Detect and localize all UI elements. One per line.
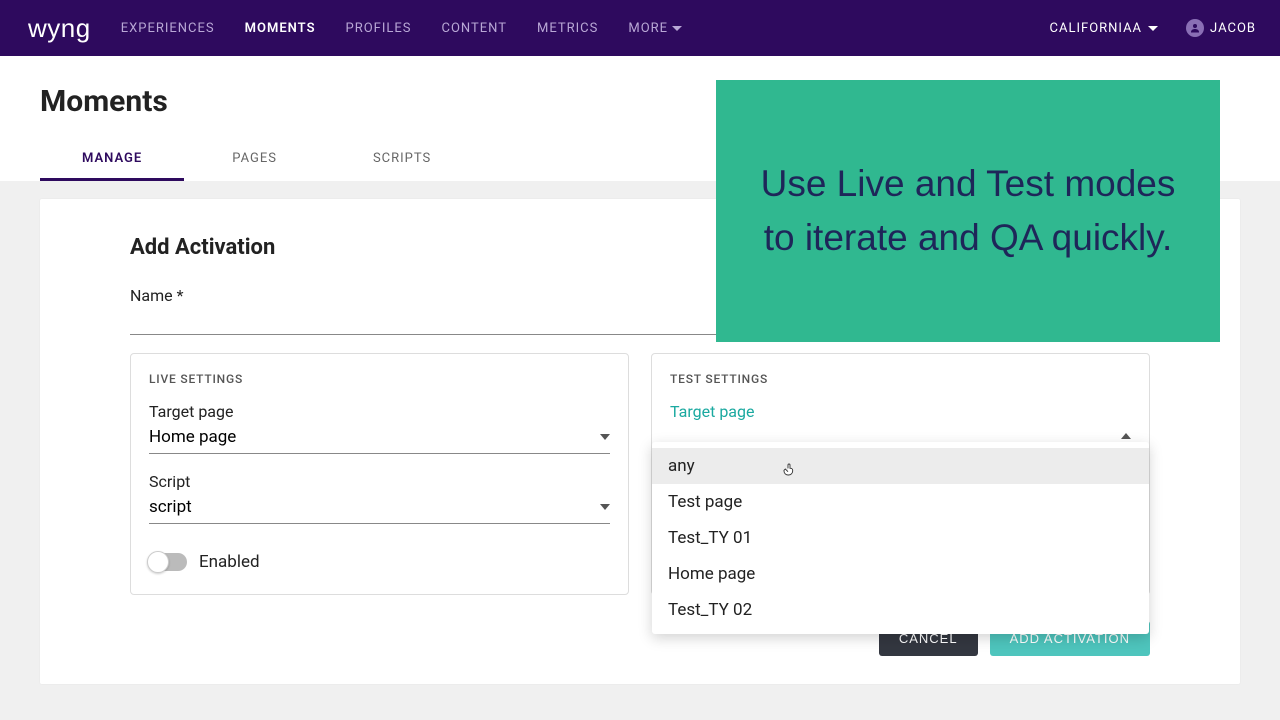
dropdown-option-test-ty-02[interactable]: Test_TY 02 bbox=[652, 592, 1149, 628]
user-name: JACOB bbox=[1210, 21, 1256, 36]
chevron-down-icon bbox=[1148, 26, 1158, 31]
account-switcher[interactable]: CALIFORNIAA bbox=[1050, 21, 1159, 36]
nav-items: EXPERIENCES MOMENTS PROFILES CONTENT MET… bbox=[121, 21, 682, 36]
subtab-pages[interactable]: PAGES bbox=[184, 139, 325, 181]
test-target-dropdown: any Test page Test_TY 01 Home page Test_… bbox=[652, 442, 1149, 634]
live-target-select[interactable]: Home page bbox=[149, 423, 610, 454]
user-menu[interactable]: JACOB bbox=[1186, 19, 1256, 37]
live-target-value: Home page bbox=[149, 427, 236, 447]
enabled-toggle-wrap: Enabled bbox=[149, 552, 610, 572]
live-settings-panel: LIVE SETTINGS Target page Home page Scri… bbox=[130, 353, 629, 595]
caret-down-icon bbox=[600, 504, 610, 510]
toggle-knob bbox=[147, 551, 169, 573]
dropdown-option-home-page[interactable]: Home page bbox=[652, 556, 1149, 592]
subtab-scripts[interactable]: SCRIPTS bbox=[325, 139, 479, 181]
enabled-label: Enabled bbox=[199, 552, 260, 572]
info-banner-text: Use Live and Test modes to iterate and Q… bbox=[750, 157, 1186, 264]
caret-down-icon bbox=[600, 434, 610, 440]
live-script-label: Script bbox=[149, 472, 610, 491]
nav-more-label: MORE bbox=[628, 21, 668, 36]
chevron-down-icon bbox=[672, 26, 682, 31]
nav-more[interactable]: MORE bbox=[628, 21, 682, 36]
test-target-label: Target page bbox=[670, 402, 1131, 421]
live-script-value: script bbox=[149, 497, 192, 517]
test-panel-title: TEST SETTINGS bbox=[670, 372, 1131, 386]
logo: wyng bbox=[28, 13, 91, 44]
account-name: CALIFORNIAA bbox=[1050, 21, 1143, 36]
enabled-toggle[interactable] bbox=[149, 553, 187, 571]
dropdown-option-any[interactable]: any bbox=[652, 448, 1149, 484]
info-banner: Use Live and Test modes to iterate and Q… bbox=[716, 80, 1220, 342]
dropdown-option-test-ty-01[interactable]: Test_TY 01 bbox=[652, 520, 1149, 556]
live-script-select[interactable]: script bbox=[149, 493, 610, 524]
caret-up-icon bbox=[1121, 433, 1131, 439]
nav-metrics[interactable]: METRICS bbox=[537, 21, 598, 36]
nav-moments[interactable]: MOMENTS bbox=[245, 21, 316, 36]
avatar-icon bbox=[1186, 19, 1204, 37]
test-settings-panel: TEST SETTINGS Target page any Test page … bbox=[651, 353, 1150, 595]
nav-experiences[interactable]: EXPERIENCES bbox=[121, 21, 215, 36]
nav-profiles[interactable]: PROFILES bbox=[346, 21, 412, 36]
subtab-manage[interactable]: MANAGE bbox=[40, 139, 184, 181]
live-panel-title: LIVE SETTINGS bbox=[149, 372, 610, 386]
top-nav: wyng EXPERIENCES MOMENTS PROFILES CONTEN… bbox=[0, 0, 1280, 56]
dropdown-option-test-page[interactable]: Test page bbox=[652, 484, 1149, 520]
nav-content[interactable]: CONTENT bbox=[442, 21, 508, 36]
live-target-label: Target page bbox=[149, 402, 610, 421]
